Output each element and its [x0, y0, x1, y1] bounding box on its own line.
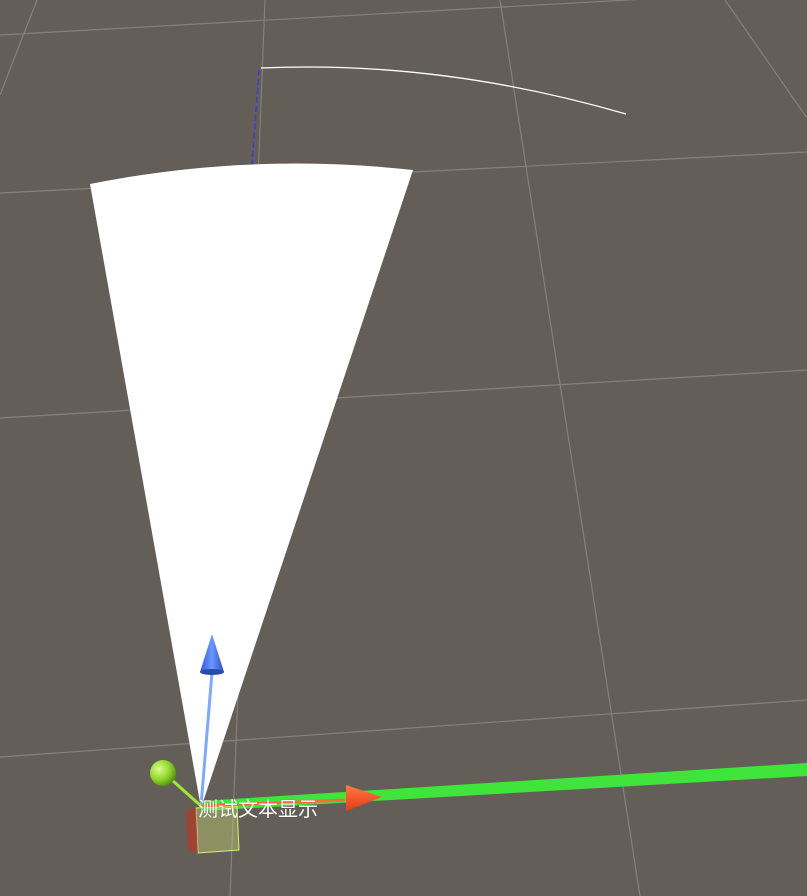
grid-line: [0, 0, 38, 96]
view-sector[interactable]: [90, 163, 413, 808]
forward-direction-line: [251, 69, 260, 166]
view-arc-line: [260, 66, 627, 115]
grid-line: [724, 0, 807, 119]
free-move-connector: [170, 778, 203, 808]
scene-viewport[interactable]: 测试文本显示: [0, 0, 807, 896]
grid-line: [499, 0, 641, 896]
y-axis-line-icon[interactable]: [201, 763, 807, 811]
scene-canvas[interactable]: [0, 0, 807, 896]
grid-line: [0, 0, 639, 36]
plane-handle-icon[interactable]: [195, 805, 240, 854]
plane-handle-shadow: [186, 808, 198, 853]
x-axis-arrow-icon[interactable]: [346, 785, 382, 811]
z-axis-arrow-base: [200, 669, 224, 675]
grid-line: [0, 369, 807, 419]
scene-grid: [0, 0, 807, 896]
free-move-sphere-icon[interactable]: [150, 760, 176, 786]
grid-line: [0, 699, 807, 758]
